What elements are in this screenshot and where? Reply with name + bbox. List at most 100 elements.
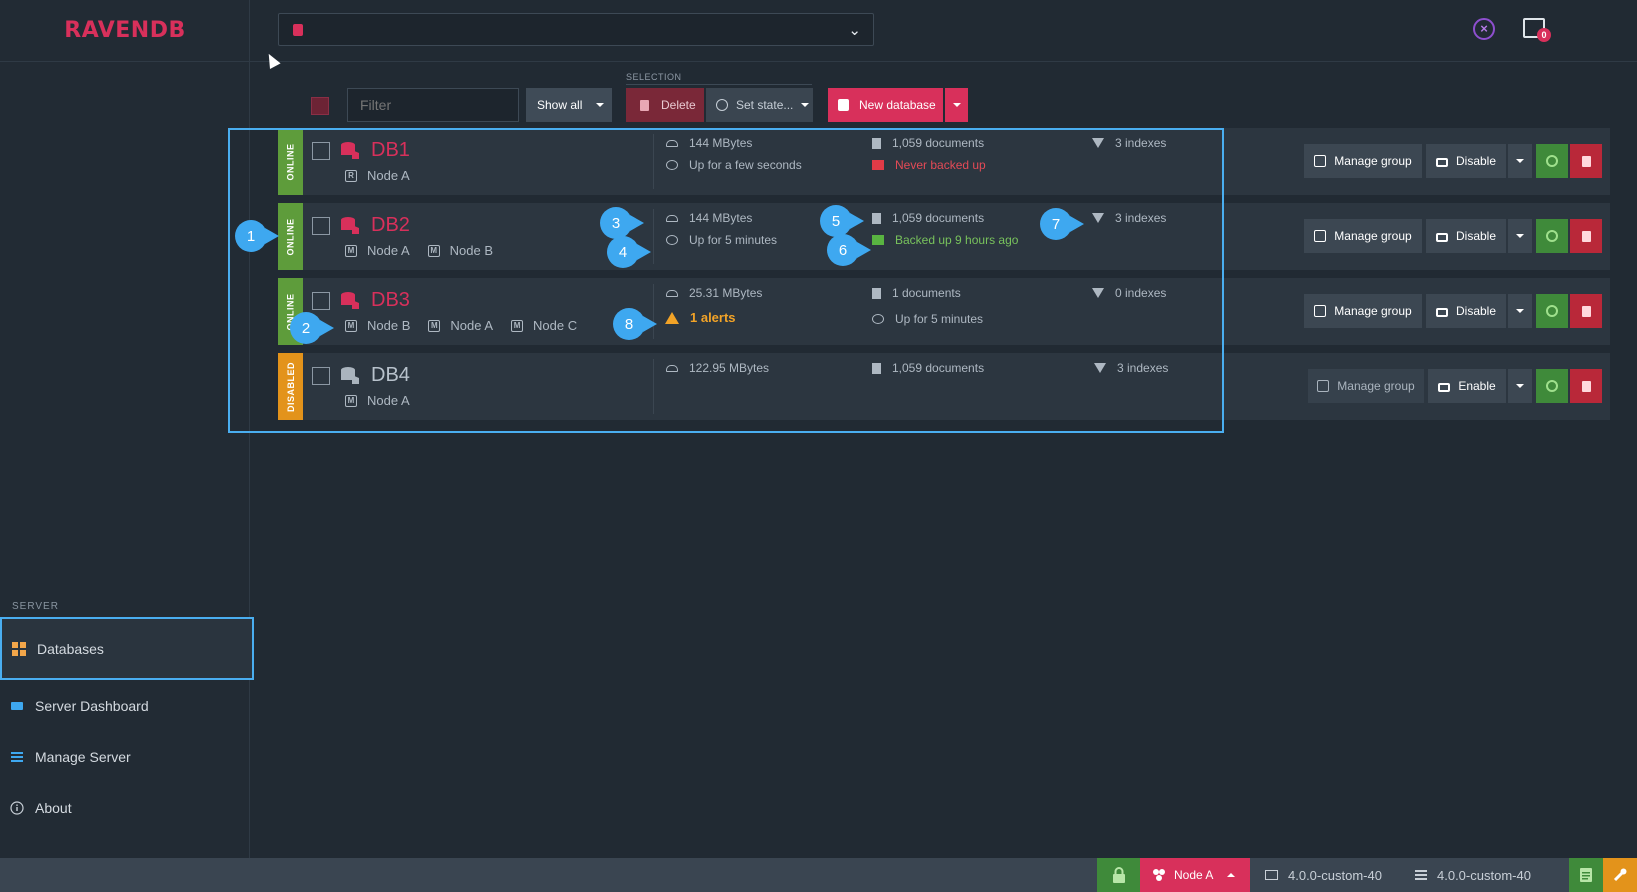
sidebar-item-label: Databases [37, 640, 104, 657]
group-icon [1314, 230, 1327, 242]
size-cell: 122.95 MBytes [666, 361, 769, 375]
selection-label: SELECTION [626, 72, 682, 82]
indexes-cell[interactable]: 3 indexes [1094, 361, 1168, 375]
caret-down-icon [952, 103, 961, 107]
caret-down-icon [801, 103, 810, 107]
sidebar-item-label: Manage Server [35, 748, 131, 765]
database-row-db2[interactable]: ONLINE DB2 M Node A M Node B 144 MBytes Up… [278, 203, 1610, 270]
disable-button[interactable]: Disable [1426, 219, 1506, 253]
compact-button[interactable] [1536, 219, 1568, 253]
row-checkbox[interactable] [312, 217, 330, 235]
node-tag[interactable]: M Node B [345, 318, 410, 333]
actions-dropdown[interactable] [1508, 144, 1532, 178]
node-tag[interactable]: M Node A [428, 318, 493, 333]
database-row-db1[interactable]: ONLINE DB1 R Node A 144 MBytes Up for a f… [278, 128, 1610, 195]
delete-database-button[interactable] [1570, 294, 1602, 328]
documents-cell: 1 documents [872, 286, 961, 300]
caret-down-icon [1516, 309, 1524, 313]
compact-button[interactable] [1536, 369, 1568, 403]
database-name[interactable]: DB1 [371, 139, 410, 162]
delete-database-button[interactable] [1570, 219, 1602, 253]
row-checkbox[interactable] [312, 142, 330, 160]
manage-group-button[interactable]: Manage group [1304, 219, 1422, 253]
toggle-label: Disable [1455, 304, 1497, 318]
node-list: M Node A M Node B [345, 243, 511, 258]
documents-value: 1,059 documents [892, 136, 985, 150]
database-row-db3[interactable]: ONLINE DB3 M Node B M Node A M Node C 25.31… [278, 278, 1610, 345]
toggle-label: Enable [1458, 379, 1496, 393]
node-tag[interactable]: M Node A [345, 243, 410, 258]
actions-dropdown[interactable] [1508, 369, 1532, 403]
sidebar-item-about[interactable]: About [0, 782, 250, 833]
enable-button[interactable]: Enable [1428, 369, 1506, 403]
warning-icon [665, 311, 679, 324]
database-name[interactable]: DB2 [371, 214, 410, 237]
trash-icon [1581, 230, 1591, 242]
cluster-status-icon[interactable]: × [1473, 18, 1495, 40]
client-version[interactable]: 4.0.0-custom-40 [1265, 858, 1382, 892]
disable-button[interactable]: Disable [1426, 144, 1506, 178]
node-tag[interactable]: M Node B [427, 243, 493, 258]
node-tag[interactable]: M Node C [511, 318, 577, 333]
node-tag[interactable]: M Node A [345, 393, 410, 408]
logo[interactable]: RAVENDB [0, 0, 250, 62]
node-tag[interactable]: R Node A [345, 168, 410, 183]
lock-icon [1435, 233, 1448, 242]
backup-warning-icon [872, 160, 884, 170]
dashboard-icon [10, 699, 24, 713]
database-row-db4[interactable]: DISABLED DB4 M Node A 122.95 MBytes 1,059… [278, 353, 1610, 420]
manage-group-button[interactable]: Manage group [1308, 369, 1424, 403]
indexes-cell[interactable]: 0 indexes [1092, 286, 1166, 300]
delete-database-button[interactable] [1570, 144, 1602, 178]
delete-button[interactable]: Delete [626, 88, 704, 122]
node-role-icon: R [345, 169, 357, 182]
new-database-button[interactable]: New database [828, 88, 943, 122]
select-all-checkbox[interactable] [311, 97, 329, 115]
compact-button[interactable] [1536, 294, 1568, 328]
sidebar-section-label: SERVER [12, 601, 59, 612]
show-all-dropdown[interactable]: Show all [526, 88, 612, 122]
uptime-value: Up for a few seconds [689, 158, 802, 172]
debug-tools-button[interactable] [1603, 858, 1637, 892]
delete-database-button[interactable] [1570, 369, 1602, 403]
backup-value: Backed up 9 hours ago [895, 233, 1019, 247]
sidebar-item-databases[interactable]: Databases [0, 617, 254, 680]
manage-group-button[interactable]: Manage group [1304, 144, 1422, 178]
selection-divider [626, 84, 812, 85]
lock-icon [1435, 158, 1448, 167]
clock-icon [666, 160, 678, 170]
row-checkbox[interactable] [312, 367, 330, 385]
top-bar: ⌄ × 0 [250, 0, 1637, 62]
security-lock-button[interactable] [1097, 858, 1140, 892]
database-selector[interactable]: ⌄ [278, 13, 874, 46]
wrench-icon [1613, 868, 1627, 882]
disable-button[interactable]: Disable [1426, 294, 1506, 328]
new-database-dropdown[interactable] [945, 88, 968, 122]
filter-input[interactable] [347, 88, 519, 122]
backup-cell: Backed up 9 hours ago [872, 233, 1018, 247]
uptime-value: Up for 5 minutes [689, 233, 778, 247]
compact-button[interactable] [1536, 144, 1568, 178]
actions-dropdown[interactable] [1508, 294, 1532, 328]
set-state-dropdown[interactable]: Set state... [706, 88, 813, 122]
new-database-label: New database [859, 98, 936, 112]
database-name[interactable]: DB3 [371, 289, 410, 312]
indexes-cell[interactable]: 3 indexes [1092, 211, 1166, 225]
actions-dropdown[interactable] [1508, 219, 1532, 253]
column-divider [653, 134, 654, 189]
row-checkbox[interactable] [312, 292, 330, 310]
sidebar-item-manage-server[interactable]: Manage Server [0, 731, 250, 782]
node-label: Node A [367, 393, 410, 408]
sidebar-item-server-dashboard[interactable]: Server Dashboard [0, 680, 250, 731]
alerts-cell[interactable]: 1 alerts [665, 310, 736, 325]
database-name[interactable]: DB4 [371, 364, 410, 387]
indexes-cell[interactable]: 3 indexes [1092, 136, 1166, 150]
documentation-button[interactable] [1569, 858, 1603, 892]
manage-group-button[interactable]: Manage group [1304, 294, 1422, 328]
current-node-button[interactable]: Node A [1140, 858, 1250, 892]
documents-value: 1,059 documents [892, 361, 985, 375]
uptime-cell: Up for a few seconds [666, 158, 802, 172]
server-version[interactable]: 4.0.0-custom-40 [1415, 858, 1531, 892]
sidebar-item-label: About [35, 799, 72, 816]
documents-value: 1 documents [892, 286, 961, 300]
